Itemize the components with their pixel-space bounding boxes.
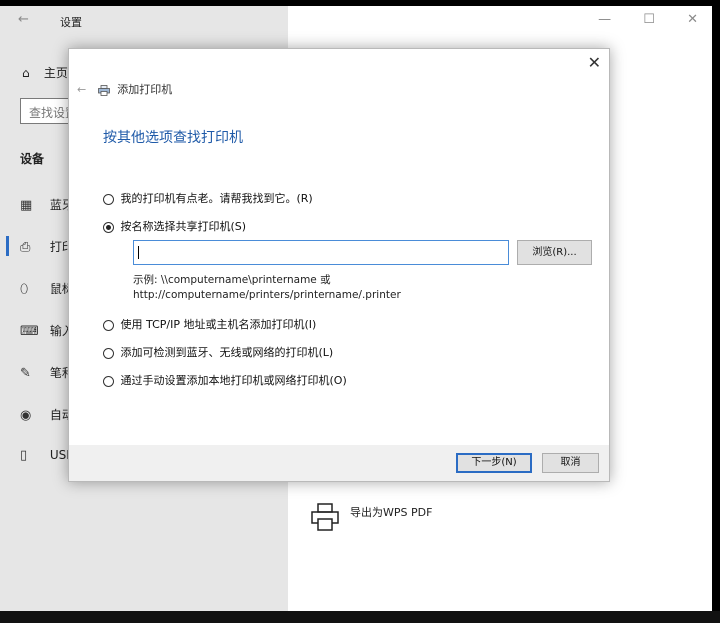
radio-button-checked[interactable] [103,221,114,233]
active-indicator [6,236,9,256]
dialog-heading: 按其他选项查找打印机 [103,130,243,146]
sidebar-item-typing[interactable]: ⌨ 输入 [20,322,74,342]
option-label: 我的打印机有点老。请帮我找到它。(R) [120,192,313,205]
bottom-strip [0,611,720,623]
maximize-button[interactable]: ☐ [643,12,655,27]
radio-button[interactable] [103,375,114,387]
minimize-button[interactable]: — [598,12,611,27]
option-label: 添加可检测到蓝牙、无线或网络的打印机(L) [120,346,334,359]
section-title: 设备 [20,152,45,166]
mouse-icon: ⬯ [20,282,29,297]
option-label: 按名称选择共享打印机(S) [120,220,247,233]
sidebar-item-usb[interactable]: ▯ USB [20,448,74,468]
sidebar-item-mouse[interactable]: ⬯ 鼠标 [20,280,74,300]
home-icon: ⌂ [22,66,30,80]
cancel-button[interactable]: 取消 [542,453,599,473]
example-text: 示例: \\computername\printername 或 http://… [133,273,401,303]
option-bluetooth-wireless[interactable]: 添加可检测到蓝牙、无线或网络的打印机(L) [103,344,333,360]
close-icon[interactable]: ✕ [588,53,601,72]
option-label: 通过手动设置添加本地打印机或网络打印机(O) [120,374,347,387]
printer-name: 导出为WPS PDF [350,506,433,519]
dialog-footer: 下一步(N) 取消 [69,445,609,481]
radio-button[interactable] [103,347,114,359]
usb-icon: ▯ [20,448,28,463]
radio-button[interactable] [103,319,114,331]
home-label: 主页 [43,66,68,80]
option-label: 使用 TCP/IP 地址或主机名添加打印机(I) [120,318,317,331]
bluetooth-devices-icon: ▦ [20,198,33,213]
dialog-title: 添加打印机 [117,83,173,96]
example-line-1: 示例: \\computername\printername 或 [133,274,331,286]
next-button[interactable]: 下一步(N) [456,453,532,473]
nav-home[interactable]: ⌂ 主页 [22,64,68,81]
printer-icon [311,503,339,531]
example-line-2: http://computername/printers/printername… [133,289,401,301]
option-manual-local[interactable]: 通过手动设置添加本地打印机或网络打印机(O) [103,372,347,388]
option-tcpip[interactable]: 使用 TCP/IP 地址或主机名添加打印机(I) [103,316,316,332]
shared-printer-name-input[interactable] [133,240,509,265]
printer-icon: ⎙ [20,240,31,255]
close-window-button[interactable]: ✕ [687,12,698,27]
autoplay-icon: ◉ [20,408,32,423]
printer-icon [97,84,110,96]
text-caret [138,246,139,259]
keyboard-icon: ⌨ [20,324,39,339]
dialog-header: ← 添加打印机 [77,81,172,97]
back-arrow-icon[interactable]: ← [77,83,86,96]
add-printer-dialog: ✕ ← 添加打印机 按其他选项查找打印机 我的打印机有点老。请帮我找到它。(R)… [68,48,610,482]
radio-button[interactable] [103,193,114,205]
option-old-printer[interactable]: 我的打印机有点老。请帮我找到它。(R) [103,190,313,206]
pen-icon: ✎ [20,366,31,381]
back-arrow-icon[interactable]: ← [18,12,29,27]
window-controls: — ☐ ✕ [570,12,698,27]
window-title: 设置 [60,16,82,29]
option-share-by-name[interactable]: 按名称选择共享打印机(S) [103,218,246,234]
browse-button[interactable]: 浏览(R)... [517,240,592,265]
